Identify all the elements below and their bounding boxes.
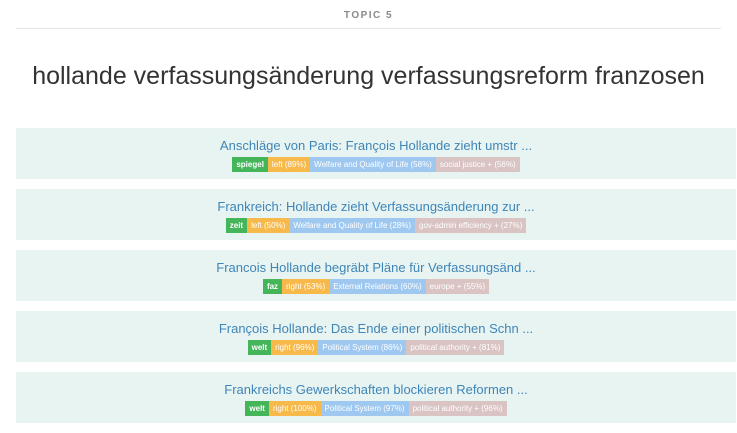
topic-category-tag: Political System (97%) xyxy=(320,401,409,416)
topic-label: TOPIC 5 xyxy=(343,10,394,21)
page-title: hollande verfassungsänderung verfassungs… xyxy=(32,62,705,90)
article-link[interactable]: François Hollande: Das Ende einer politi… xyxy=(16,321,736,337)
topic-category-tag: External Relations (60%) xyxy=(329,279,426,294)
political-lean-tag: right (53%) xyxy=(282,279,330,294)
source-tag: welt xyxy=(247,340,272,355)
tag-row: faz right (53%) External Relations (60%)… xyxy=(262,279,490,294)
political-lean-tag: left (89%) xyxy=(267,157,311,172)
topic-category-tag: Welfare and Quality of Life (28%) xyxy=(289,218,416,233)
subtopic-tag: social justice + (56%) xyxy=(435,157,520,172)
tag-row: welt right (100%) Political System (97%)… xyxy=(245,401,507,416)
article-card: Anschläge von Paris: François Hollande z… xyxy=(16,128,736,179)
article-card: Frankreich: Hollande zieht Verfassungsän… xyxy=(16,189,736,240)
subtopic-tag: political authority + (96%) xyxy=(408,401,507,416)
source-tag: faz xyxy=(262,279,283,294)
article-link[interactable]: Anschläge von Paris: François Hollande z… xyxy=(16,138,736,154)
political-lean-tag: left (50%) xyxy=(247,218,290,233)
source-tag: zeit xyxy=(225,218,248,233)
article-card: François Hollande: Das Ende einer politi… xyxy=(16,311,736,362)
article-list: Anschläge von Paris: François Hollande z… xyxy=(16,128,736,433)
subtopic-tag: political authority + (81%) xyxy=(406,340,505,355)
political-lean-tag: right (96%) xyxy=(271,340,319,355)
tag-row: welt right (96%) Political System (86%) … xyxy=(247,340,505,355)
political-lean-tag: right (100%) xyxy=(268,401,321,416)
topic-header: TOPIC 5 xyxy=(16,0,721,29)
article-link[interactable]: Frankreich: Hollande zieht Verfassungsän… xyxy=(16,199,736,215)
article-card: Frankreichs Gewerkschaften blockieren Re… xyxy=(16,372,736,423)
subtopic-tag: gov-admin efficiency + (27%) xyxy=(415,218,527,233)
tag-row: zeit left (50%) Welfare and Quality of L… xyxy=(225,218,527,233)
article-link[interactable]: Francois Hollande begräbt Pläne für Verf… xyxy=(16,260,736,276)
source-tag: welt xyxy=(245,401,269,416)
source-tag: spiegel xyxy=(232,157,268,172)
subtopic-tag: europe + (55%) xyxy=(425,279,490,294)
topic-category-tag: Welfare and Quality of Life (58%) xyxy=(310,157,436,172)
article-card: Francois Hollande begräbt Pläne für Verf… xyxy=(16,250,736,301)
topic-category-tag: Political System (86%) xyxy=(318,340,407,355)
tag-row: spiegel left (89%) Welfare and Quality o… xyxy=(232,157,520,172)
article-link[interactable]: Frankreichs Gewerkschaften blockieren Re… xyxy=(16,382,736,398)
